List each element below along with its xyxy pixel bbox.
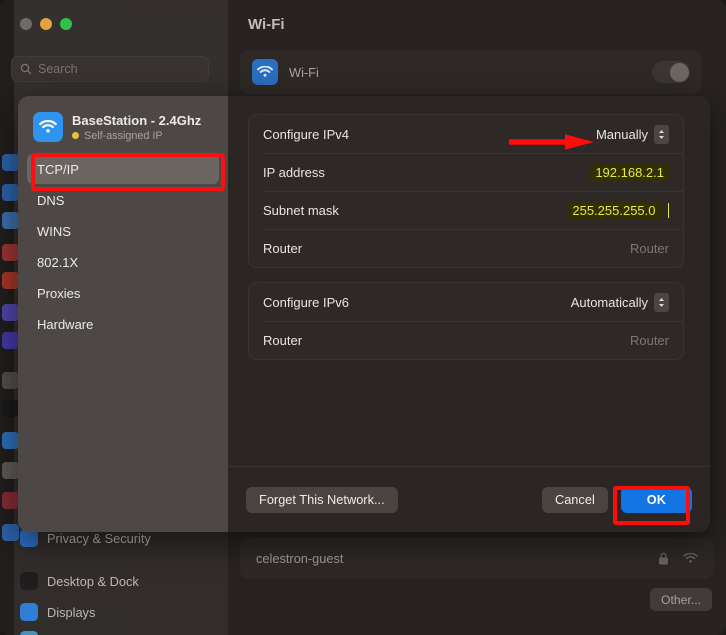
dialog-nav-item-hardware[interactable]: Hardware [27, 309, 219, 339]
ip-address-field[interactable]: 192.168.2.1 [590, 162, 669, 182]
sidebar-item-desktop-dock[interactable]: Desktop & Dock [12, 567, 212, 595]
row-label: IP address [263, 164, 325, 180]
dialog-nav-item-tcpip[interactable]: TCP/IP [27, 154, 219, 184]
row-router-ipv6[interactable]: Router Router [249, 321, 683, 359]
dialog-content: Configure IPv4 Manually IP address 192.1… [228, 96, 710, 532]
dialog-nav-item-wins[interactable]: WINS [27, 216, 219, 246]
wifi-toggle-switch[interactable] [652, 61, 690, 83]
sidebar-app-icon[interactable] [2, 304, 19, 321]
text-cursor [667, 202, 669, 218]
status-dot-icon [72, 132, 79, 139]
sidebar-app-icon[interactable] [2, 154, 19, 171]
search-icon [20, 63, 32, 75]
chevron-updown-icon [654, 292, 669, 312]
row-subnet-mask[interactable]: Subnet mask 255.255.255.0 [249, 191, 683, 229]
sidebar-item-label: Displays [47, 604, 96, 620]
window-controls[interactable] [20, 18, 72, 30]
dialog-sidebar: BaseStation - 2.4Ghz Self-assigned IP TC… [18, 96, 228, 532]
sidebar-item-label: Privacy & Security [47, 530, 151, 546]
row-label: Configure IPv4 [263, 126, 349, 142]
wifi-toggle-row[interactable]: Wi-Fi [240, 50, 702, 94]
dropdown-value: Manually [595, 126, 648, 142]
network-status: Self-assigned IP [72, 130, 201, 142]
ip-address-value: 192.168.2.1 [590, 162, 669, 182]
cancel-button[interactable]: Cancel [541, 486, 608, 513]
router-ipv4-placeholder: Router [629, 240, 669, 256]
row-label: Router [263, 240, 303, 256]
ok-button[interactable]: OK [620, 486, 692, 513]
subnet-mask-value: 255.255.255.0 [567, 200, 661, 220]
row-label: Subnet mask [263, 202, 339, 218]
dialog-footer: Forget This Network... Cancel OK [228, 467, 710, 532]
row-configure-ipv4[interactable]: Configure IPv4 Manually [249, 115, 683, 153]
dialog-nav: TCP/IP DNS WINS 802.1X Proxies Hardware [18, 154, 228, 339]
wifi-icon [252, 59, 278, 85]
row-router-ipv4[interactable]: Router Router [249, 229, 683, 267]
row-configure-ipv6[interactable]: Configure IPv6 Automatically [249, 283, 683, 321]
dialog-nav-item-8021x[interactable]: 802.1X [27, 247, 219, 277]
configure-ipv4-dropdown[interactable]: Manually [595, 124, 669, 144]
sidebar-item-displays[interactable]: Displays [12, 598, 212, 626]
sidebar-app-icon[interactable] [2, 400, 19, 417]
row-label: Configure IPv6 [263, 294, 349, 310]
row-ip-address[interactable]: IP address 192.168.2.1 [249, 153, 683, 191]
subnet-mask-field[interactable]: 255.255.255.0 [567, 200, 669, 220]
sidebar-app-icon[interactable] [2, 524, 19, 541]
dropdown-value: Automatically [570, 294, 648, 310]
status-text: Self-assigned IP [84, 129, 163, 142]
toggle-knob [669, 62, 689, 82]
minimize-button[interactable] [40, 18, 52, 30]
other-networks-button[interactable]: Other... [650, 588, 712, 611]
sidebar-app-icon[interactable] [2, 462, 19, 479]
sidebar-app-icon[interactable] [2, 332, 19, 349]
network-name: BaseStation - 2.4Ghz [72, 112, 202, 128]
desktop-dock-icon [20, 572, 38, 590]
page-title: Wi-Fi [248, 16, 285, 33]
dialog-nav-item-dns[interactable]: DNS [27, 185, 219, 215]
sidebar-app-icon[interactable] [2, 184, 19, 201]
wifi-toggle-label: Wi-Fi [289, 64, 319, 80]
sidebar-app-icon[interactable] [2, 432, 19, 449]
sidebar-item-label: Desktop & Dock [47, 573, 139, 589]
sidebar-app-icon[interactable] [2, 272, 19, 289]
network-ssid: celestron-guest [256, 551, 344, 566]
configure-ipv6-dropdown[interactable]: Automatically [570, 292, 669, 312]
sidebar-item-wallpaper[interactable]: Wallpaper [12, 626, 212, 635]
chevron-updown-icon [654, 124, 669, 144]
sidebar-app-icon[interactable] [2, 244, 19, 261]
ipv4-settings-group: Configure IPv4 Manually IP address 192.1… [248, 114, 684, 268]
sidebar-app-icon[interactable] [2, 372, 19, 389]
brightness-icon [20, 603, 38, 621]
sidebar-app-icon[interactable] [2, 212, 19, 229]
maximize-button[interactable] [60, 18, 72, 30]
close-button[interactable] [20, 18, 32, 30]
sidebar-app-icon[interactable] [2, 492, 19, 509]
forget-network-button[interactable]: Forget This Network... [246, 486, 398, 513]
search-input[interactable]: Search [11, 56, 209, 82]
row-label: Router [263, 332, 303, 348]
wallpaper-icon [20, 631, 38, 635]
ipv6-settings-group: Configure IPv6 Automatically Router Rout… [248, 282, 684, 360]
router-ipv6-placeholder: Router [629, 332, 669, 348]
network-header: BaseStation - 2.4Ghz Self-assigned IP [18, 110, 228, 144]
lock-icon [659, 552, 668, 565]
network-details-dialog: BaseStation - 2.4Ghz Self-assigned IP TC… [18, 96, 710, 532]
wifi-icon [33, 112, 63, 142]
network-list-item-celestron-guest[interactable]: celestron-guest [240, 538, 714, 579]
sidebar-icon-strip [0, 0, 19, 635]
network-meta: BaseStation - 2.4Ghz Self-assigned IP [72, 113, 201, 142]
wifi-signal-icon [683, 553, 698, 563]
search-placeholder: Search [38, 62, 78, 76]
dialog-nav-item-proxies[interactable]: Proxies [27, 278, 219, 308]
